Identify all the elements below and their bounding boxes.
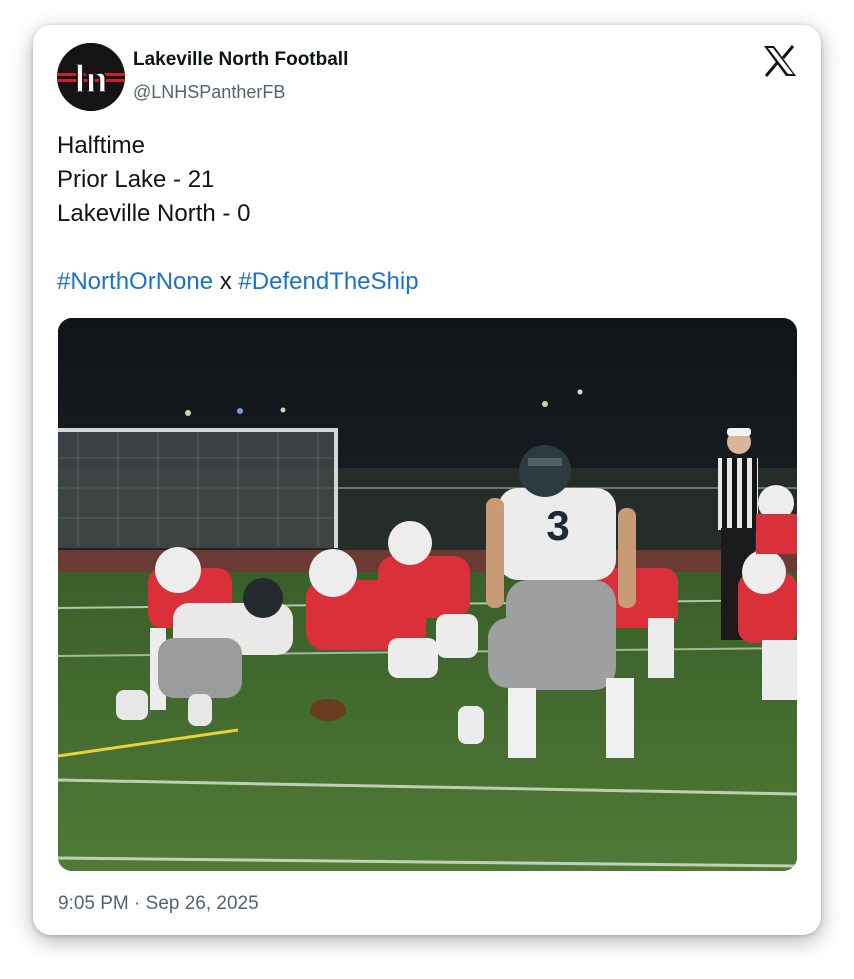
team-logo-icon: ln [57,43,125,111]
jersey-number: 3 [546,502,569,549]
tweet-card: ln Lakeville North Football @LNHSPanther… [33,25,821,935]
hashtag-link[interactable]: #NorthOrNone [57,268,213,295]
football-game-photo: 3 [58,318,797,871]
profile-avatar[interactable]: ln [57,43,125,111]
author-display-name[interactable]: Lakeville North Football [133,49,348,71]
tweet-photo[interactable]: 3 [58,318,797,871]
hashtag-separator: x [219,268,232,295]
tweet-line: Lakeville North - 0 [57,200,251,227]
author-handle[interactable]: @LNHSPantherFB [133,82,285,103]
tweet-timestamp[interactable]: 9:05 PM · Sep 26, 2025 [58,893,259,915]
tweet-text: Halftime Prior Lake - 21 Lakeville North… [57,129,797,299]
x-logo-icon[interactable] [763,45,797,77]
tweet-line: Prior Lake - 21 [57,166,215,193]
hashtag-line: #NorthOrNone x #DefendTheShip [57,265,797,299]
avatar-lettering: ln [74,56,107,101]
hashtag-link[interactable]: #DefendTheShip [238,268,418,295]
tweet-line: Halftime [57,132,146,159]
